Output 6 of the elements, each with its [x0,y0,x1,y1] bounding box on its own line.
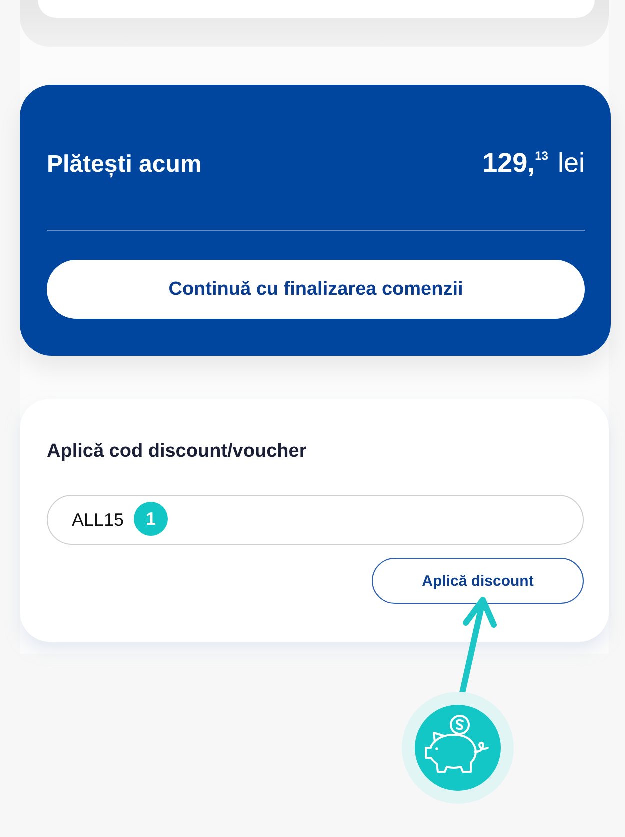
continue-button[interactable]: Continuă cu finalizarea comenzii [47,260,585,319]
apply-discount-button[interactable]: Aplică discount [372,558,584,604]
payment-label: Plătești acum [47,150,202,180]
discount-title: Aplică cod discount/voucher [47,440,308,464]
price-text: 129,$^{13}$ lei [482,147,585,180]
piggy-bank-icon [402,692,514,804]
